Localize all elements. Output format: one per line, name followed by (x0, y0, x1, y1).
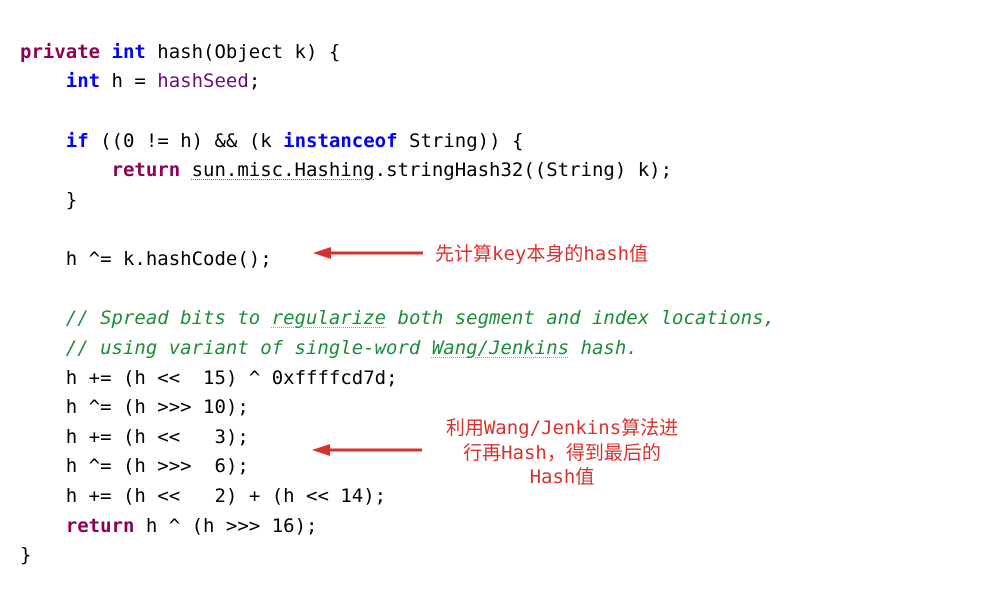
line-5: return sun.misc.Hashing.stringHash32((St… (20, 159, 672, 181)
annotation-2: 利用Wang/Jenkins算法进 行再Hash，得到最后的 Hash值 (432, 416, 692, 490)
line-8: h ^= k.hashCode(); (20, 248, 272, 270)
line-11: // using variant of single-word Wang/Jen… (20, 337, 638, 359)
line-1: private int hash(Object k) { (20, 41, 340, 63)
line-6: } (20, 189, 77, 211)
line-17: return h ^ (h >>> 16); (20, 515, 317, 537)
arrow-icon (313, 243, 423, 263)
line-16: h += (h << 2) + (h << 14); (20, 485, 386, 507)
line-15: h ^= (h >>> 6); (20, 455, 249, 477)
annotation-1: 先计算key本身的hash值 (435, 242, 648, 267)
arrow-icon (312, 440, 422, 460)
line-13: h ^= (h >>> 10); (20, 396, 249, 418)
line-14: h += (h << 3); (20, 426, 249, 448)
line-4: if ((0 != h) && (k instanceof String)) { (20, 130, 523, 152)
line-18: } (20, 544, 31, 566)
line-12: h += (h << 15) ^ 0xffffcd7d; (20, 367, 398, 389)
line-2: int h = hashSeed; (20, 70, 260, 92)
line-10: // Spread bits to regularize both segmen… (20, 307, 775, 329)
